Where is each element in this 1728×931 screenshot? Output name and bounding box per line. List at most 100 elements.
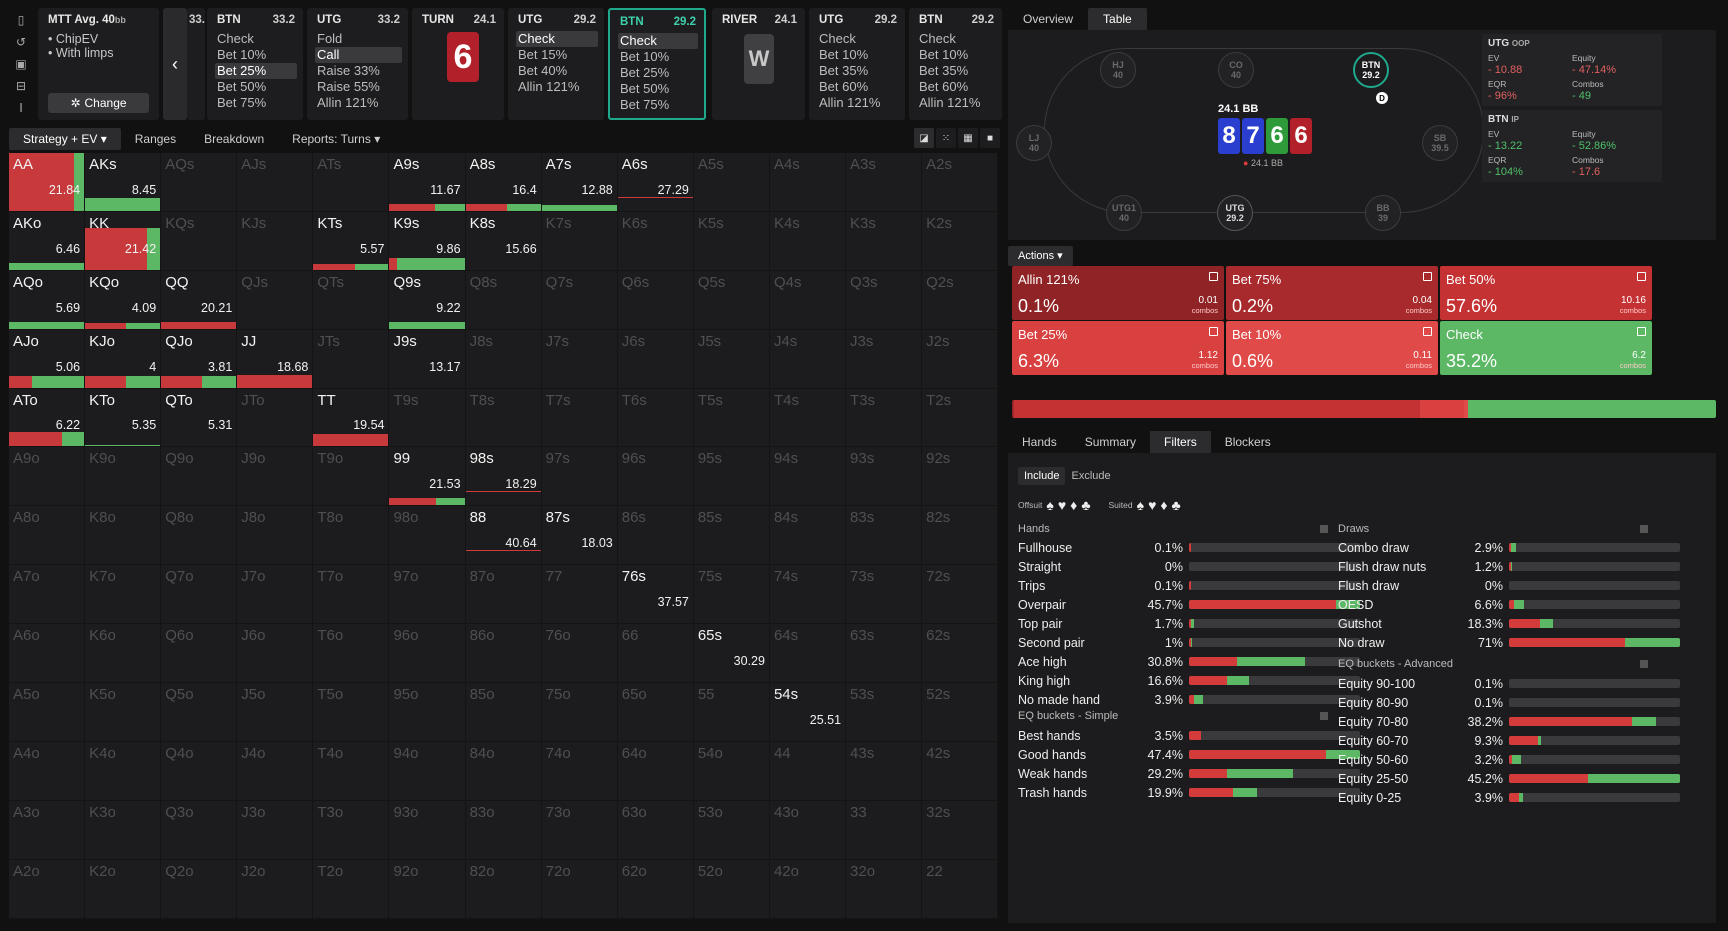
hand-cell[interactable]: J5s	[693, 329, 770, 389]
filter-row[interactable]: Ace high 30.8%	[1018, 652, 1360, 671]
exclude-button[interactable]: Exclude	[1065, 467, 1116, 485]
seat-utg[interactable]: UTG 29.2	[1217, 195, 1253, 231]
suited-spade-icon[interactable]: ♠	[1137, 497, 1144, 513]
hand-cell[interactable]: K9o	[85, 447, 162, 507]
compact-view-icon[interactable]: ⁙	[936, 128, 956, 148]
hand-cell[interactable]: 86s	[617, 506, 694, 566]
text-cursor-icon[interactable]: Ⅰ	[13, 100, 29, 116]
hand-cell[interactable]: KTo 5.35	[85, 388, 162, 448]
hand-cell[interactable]: J3o	[237, 800, 314, 860]
filter-row[interactable]: Good hands 47.4%	[1018, 745, 1360, 764]
tab-blockers[interactable]: Blockers	[1211, 431, 1285, 453]
hand-cell[interactable]: 88 40.64	[465, 506, 542, 566]
hand-cell[interactable]: 95s	[693, 447, 770, 507]
card-action-option[interactable]: Bet 60%	[919, 79, 996, 95]
filter-row[interactable]: Best hands 3.5%	[1018, 726, 1360, 745]
hand-cell[interactable]: Q9o	[161, 447, 238, 507]
card-action-option[interactable]: Check	[618, 33, 698, 49]
hand-cell[interactable]: AKs 8.45	[85, 153, 162, 212]
hand-cell[interactable]: K8o	[85, 506, 162, 566]
hand-cell[interactable]: Q3s	[846, 270, 923, 330]
hand-cell[interactable]: 76o	[541, 624, 618, 684]
hand-cell[interactable]: KJs	[237, 211, 314, 271]
hand-cell[interactable]: KJo 4	[85, 329, 162, 389]
filter-row[interactable]: King high 16.6%	[1018, 671, 1360, 690]
card-action-option[interactable]: Allin 121%	[317, 95, 402, 111]
hand-cell[interactable]: 83o	[465, 800, 542, 860]
history-card-partial[interactable]: 33.2	[187, 8, 205, 120]
hand-cell[interactable]: AQo 5.69	[9, 270, 86, 330]
hand-cell[interactable]: K4o	[85, 741, 162, 801]
actions-dropdown[interactable]: Actions ▾	[1008, 246, 1073, 266]
hand-cell[interactable]: K6o	[85, 624, 162, 684]
tab-table[interactable]: Table	[1088, 8, 1147, 30]
hand-cell[interactable]: A7o	[9, 565, 86, 625]
hand-cell[interactable]: Q4s	[769, 270, 847, 330]
include-button[interactable]: Include	[1018, 467, 1066, 485]
suited-club-icon[interactable]: ♣	[1172, 497, 1181, 513]
hand-cell[interactable]: 87s 18.03	[541, 506, 618, 566]
hand-cell[interactable]: K2o	[85, 859, 162, 919]
hand-cell[interactable]: 33	[846, 800, 923, 860]
hand-cell[interactable]: 97s	[541, 447, 618, 507]
filter-row[interactable]: Equity 70-80 38.2%	[1338, 712, 1680, 731]
hand-cell[interactable]: K7o	[85, 565, 162, 625]
suited-diamond-icon[interactable]: ♦	[1160, 497, 1167, 513]
hand-cell[interactable]: T9s	[389, 388, 466, 448]
hand-cell[interactable]: 43o	[769, 800, 847, 860]
history-card[interactable]: UTG 29.2 Check Bet 10% Bet 35% Bet 60% Allin 1…	[809, 8, 905, 120]
hand-cell[interactable]: A9s 11.67	[389, 153, 466, 212]
hand-cell[interactable]: Q7s	[541, 270, 618, 330]
hand-cell[interactable]: T3s	[846, 388, 923, 448]
hand-cell[interactable]: A8o	[9, 506, 86, 566]
diamond-icon[interactable]: ♦	[1070, 497, 1077, 513]
hand-cell[interactable]: 65s 30.29	[693, 624, 770, 684]
hand-cell[interactable]: 75o	[541, 683, 618, 742]
hand-cell[interactable]: AA 21.84	[9, 153, 86, 212]
hand-cell[interactable]: 94o	[389, 741, 466, 801]
seat-hj[interactable]: HJ 40	[1100, 52, 1136, 88]
hand-cell[interactable]: ATo 6.22	[9, 388, 86, 448]
details-icon[interactable]	[1637, 272, 1646, 281]
filter-row[interactable]: Second pair 1%	[1018, 633, 1360, 652]
spade-icon[interactable]: ♠	[1046, 497, 1053, 513]
card-action-option[interactable]: Raise 55%	[317, 79, 402, 95]
card-action-option[interactable]: Bet 75%	[217, 95, 297, 111]
card-action-option[interactable]: Bet 10%	[217, 47, 297, 63]
hand-cell[interactable]: J6o	[237, 624, 314, 684]
hand-cell[interactable]: A8s 16.4	[465, 153, 542, 212]
history-card[interactable]: UTG 29.2 Check Bet 15% Bet 40% Allin 121%	[508, 8, 604, 120]
filter-row[interactable]: Weak hands 29.2%	[1018, 764, 1360, 783]
tab-filters[interactable]: Filters	[1150, 431, 1211, 453]
card-action-option[interactable]: Call	[315, 47, 402, 63]
hand-cell[interactable]: 84o	[465, 741, 542, 801]
hand-cell[interactable]: 64s	[769, 624, 847, 684]
hand-cell[interactable]: J9s 13.17	[389, 329, 466, 389]
hand-cell[interactable]: 92o	[389, 859, 466, 919]
hand-cell[interactable]: Q8s	[465, 270, 542, 330]
hand-cell[interactable]: 93o	[389, 800, 466, 860]
hand-cell[interactable]: T8s	[465, 388, 542, 448]
hand-cell[interactable]: T6s	[617, 388, 694, 448]
hand-cell[interactable]: Q6s	[617, 270, 694, 330]
hand-cell[interactable]: A3o	[9, 800, 86, 860]
hand-cell[interactable]: 52s	[922, 683, 999, 742]
change-button[interactable]: ✲ Change	[48, 93, 149, 113]
filter-row[interactable]: No draw 71%	[1338, 633, 1680, 652]
hand-cell[interactable]: J2s	[922, 329, 999, 389]
hand-cell[interactable]: TT 19.54	[313, 388, 390, 448]
card-action-option[interactable]: Bet 60%	[819, 79, 899, 95]
hand-cell[interactable]: K2s	[922, 211, 999, 271]
history-card[interactable]: UTG 33.2 Fold Call Raise 33% Raise 55% Allin 1…	[307, 8, 408, 120]
hand-cell[interactable]: A4o	[9, 741, 86, 801]
action-tile[interactable]: Bet 50% 57.6% 10.16 combos	[1440, 266, 1652, 320]
hand-cell[interactable]: 32s	[922, 800, 999, 860]
history-icon[interactable]: ↺	[13, 34, 29, 50]
seat-btn[interactable]: BTN 29.2	[1353, 52, 1389, 88]
filter-row[interactable]: Equity 90-100 0.1%	[1338, 674, 1680, 693]
hand-cell[interactable]: ATs	[313, 153, 390, 212]
hand-cell[interactable]: 75s	[693, 565, 770, 625]
details-icon[interactable]	[1423, 327, 1432, 336]
hand-cell[interactable]: K8s 15.66	[465, 211, 542, 271]
hand-cell[interactable]: J3s	[846, 329, 923, 389]
